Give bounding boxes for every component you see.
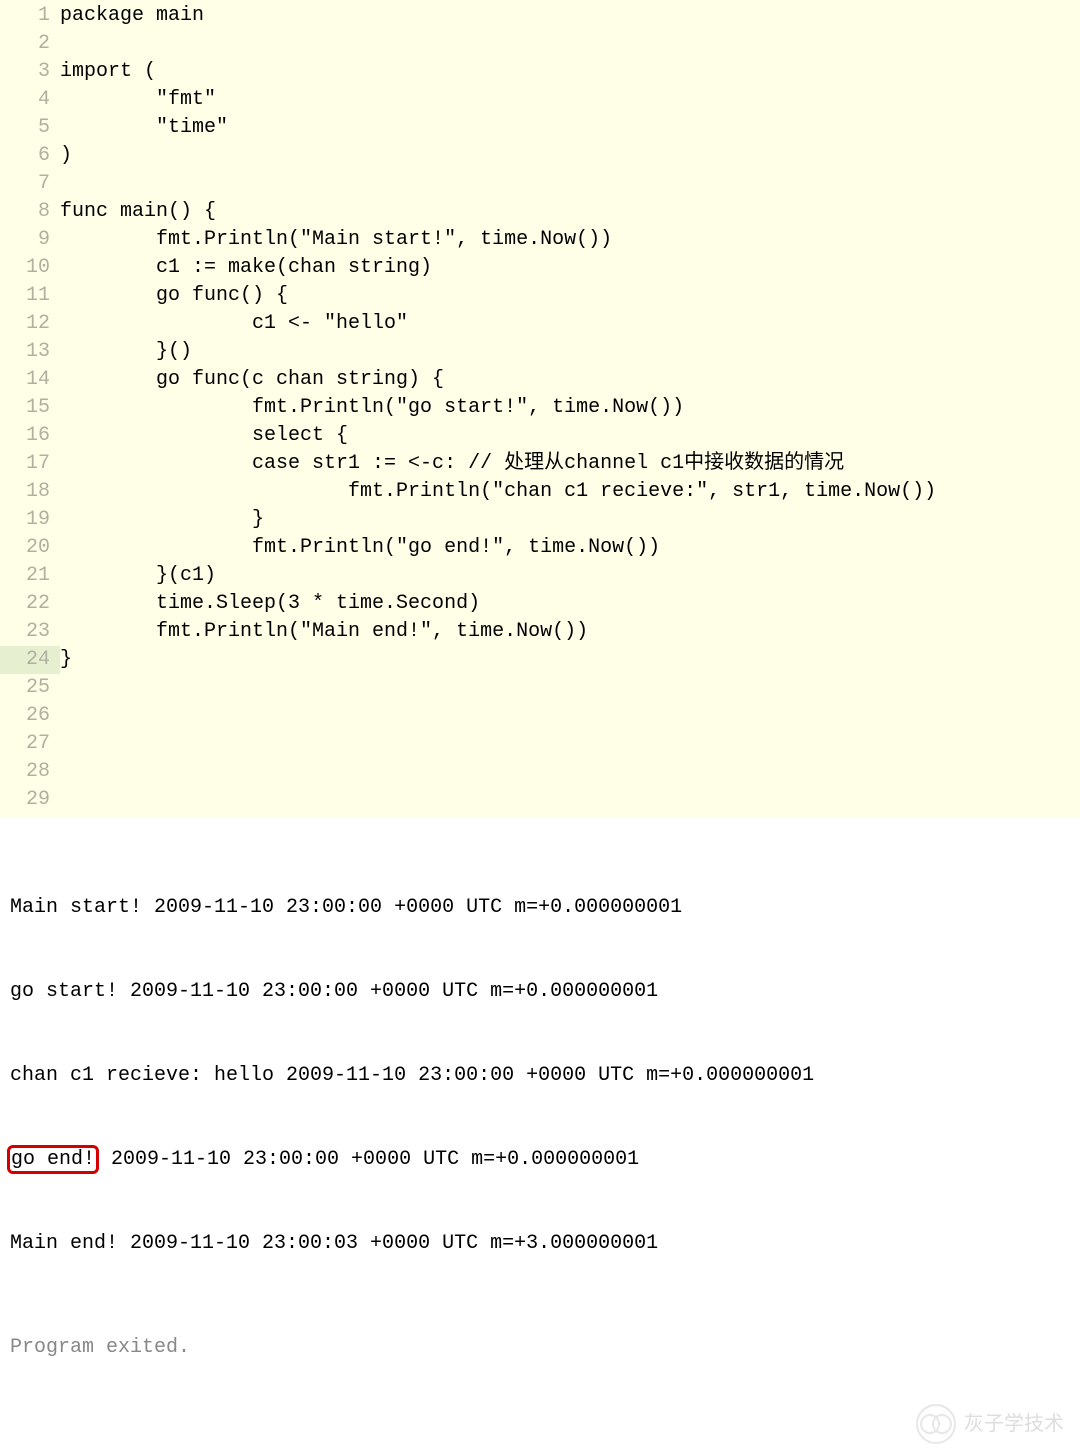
watermark: 灰子学技术 [916, 1404, 1064, 1444]
code-line: 29 [0, 786, 1080, 814]
line-number: 12 [0, 310, 60, 338]
code-line: 25 [0, 674, 1080, 702]
line-number: 18 [0, 478, 60, 506]
code-text: fmt.Println("go start!", time.Now()) [60, 394, 684, 422]
line-number: 22 [0, 590, 60, 618]
line-number: 8 [0, 198, 60, 226]
code-line: 1package main [0, 2, 1080, 30]
line-number: 11 [0, 282, 60, 310]
code-text: package main [60, 2, 204, 30]
code-text: fmt.Println("Main start!", time.Now()) [60, 226, 612, 254]
code-text: select { [60, 422, 348, 450]
watermark-text: 灰子学技术 [964, 1410, 1064, 1438]
code-line: 22 time.Sleep(3 * time.Second) [0, 590, 1080, 618]
output-line: go start! 2009-11-10 23:00:00 +0000 UTC … [10, 978, 1070, 1006]
code-line: 18 fmt.Println("chan c1 recieve:", str1,… [0, 478, 1080, 506]
program-exited: Program exited. [10, 1334, 1070, 1362]
line-number: 24 [0, 646, 60, 674]
code-text: }(c1) [60, 562, 216, 590]
line-number: 23 [0, 618, 60, 646]
code-line: 24} [0, 646, 1080, 674]
code-text: } [60, 646, 72, 674]
line-number: 1 [0, 2, 60, 30]
line-number: 3 [0, 58, 60, 86]
code-line: 10 c1 := make(chan string) [0, 254, 1080, 282]
code-line: 27 [0, 730, 1080, 758]
code-line: 2 [0, 30, 1080, 58]
code-line: 26 [0, 702, 1080, 730]
line-number: 26 [0, 702, 60, 730]
output-line-highlighted: go end! 2009-11-10 23:00:00 +0000 UTC m=… [10, 1146, 1070, 1174]
line-number: 27 [0, 730, 60, 758]
code-text: c1 := make(chan string) [60, 254, 432, 282]
code-line: 3import ( [0, 58, 1080, 86]
output-line: Main end! 2009-11-10 23:00:03 +0000 UTC … [10, 1230, 1070, 1258]
code-line: 16 select { [0, 422, 1080, 450]
line-number: 16 [0, 422, 60, 450]
code-text: go func(c chan string) { [60, 366, 444, 394]
line-number: 15 [0, 394, 60, 422]
code-editor: 1package main 2 3import ( 4 "fmt" 5 "tim… [0, 0, 1080, 818]
code-text: "fmt" [60, 86, 216, 114]
code-text: time.Sleep(3 * time.Second) [60, 590, 480, 618]
line-number: 5 [0, 114, 60, 142]
code-text: c1 <- "hello" [60, 310, 408, 338]
code-text: func main() { [60, 198, 216, 226]
code-line: 7 [0, 170, 1080, 198]
code-text: ) [60, 142, 72, 170]
code-line: 11 go func() { [0, 282, 1080, 310]
line-number: 13 [0, 338, 60, 366]
line-number: 20 [0, 534, 60, 562]
line-number: 17 [0, 450, 60, 478]
line-number: 10 [0, 254, 60, 282]
code-text: import ( [60, 58, 156, 86]
code-text: fmt.Println("go end!", time.Now()) [60, 534, 660, 562]
code-line: 4 "fmt" [0, 86, 1080, 114]
highlight-annotation: go end! [7, 1145, 99, 1174]
line-number: 9 [0, 226, 60, 254]
code-line: 17 case str1 := <-c: // 处理从channel c1中接收… [0, 450, 1080, 478]
code-text: fmt.Println("chan c1 recieve:", str1, ti… [60, 478, 936, 506]
output-text: 2009-11-10 23:00:00 +0000 UTC m=+0.00000… [99, 1148, 639, 1171]
wechat-icon [916, 1404, 956, 1444]
code-text: go func() { [60, 282, 288, 310]
code-line: 19 } [0, 506, 1080, 534]
code-line: 5 "time" [0, 114, 1080, 142]
code-line: 13 }() [0, 338, 1080, 366]
code-line: 15 fmt.Println("go start!", time.Now()) [0, 394, 1080, 422]
code-text: "time" [60, 114, 228, 142]
line-number: 21 [0, 562, 60, 590]
line-number: 2 [0, 30, 60, 58]
output-line: Main start! 2009-11-10 23:00:00 +0000 UT… [10, 894, 1070, 922]
code-text: fmt.Println("Main end!", time.Now()) [60, 618, 588, 646]
line-number: 6 [0, 142, 60, 170]
output-line: chan c1 recieve: hello 2009-11-10 23:00:… [10, 1062, 1070, 1090]
code-line: 20 fmt.Println("go end!", time.Now()) [0, 534, 1080, 562]
code-line: 21 }(c1) [0, 562, 1080, 590]
code-line: 14 go func(c chan string) { [0, 366, 1080, 394]
line-number: 14 [0, 366, 60, 394]
code-text: case str1 := <-c: // 处理从channel c1中接收数据的… [60, 450, 844, 478]
code-line: 12 c1 <- "hello" [0, 310, 1080, 338]
program-output: Main start! 2009-11-10 23:00:00 +0000 UT… [0, 818, 1080, 1456]
code-line: 8func main() { [0, 198, 1080, 226]
code-text: }() [60, 338, 192, 366]
code-line: 9 fmt.Println("Main start!", time.Now()) [0, 226, 1080, 254]
line-number: 25 [0, 674, 60, 702]
code-line: 6) [0, 142, 1080, 170]
line-number: 29 [0, 786, 60, 814]
code-text: } [60, 506, 264, 534]
code-line: 23 fmt.Println("Main end!", time.Now()) [0, 618, 1080, 646]
line-number: 4 [0, 86, 60, 114]
line-number: 19 [0, 506, 60, 534]
line-number: 7 [0, 170, 60, 198]
line-number: 28 [0, 758, 60, 786]
code-line: 28 [0, 758, 1080, 786]
